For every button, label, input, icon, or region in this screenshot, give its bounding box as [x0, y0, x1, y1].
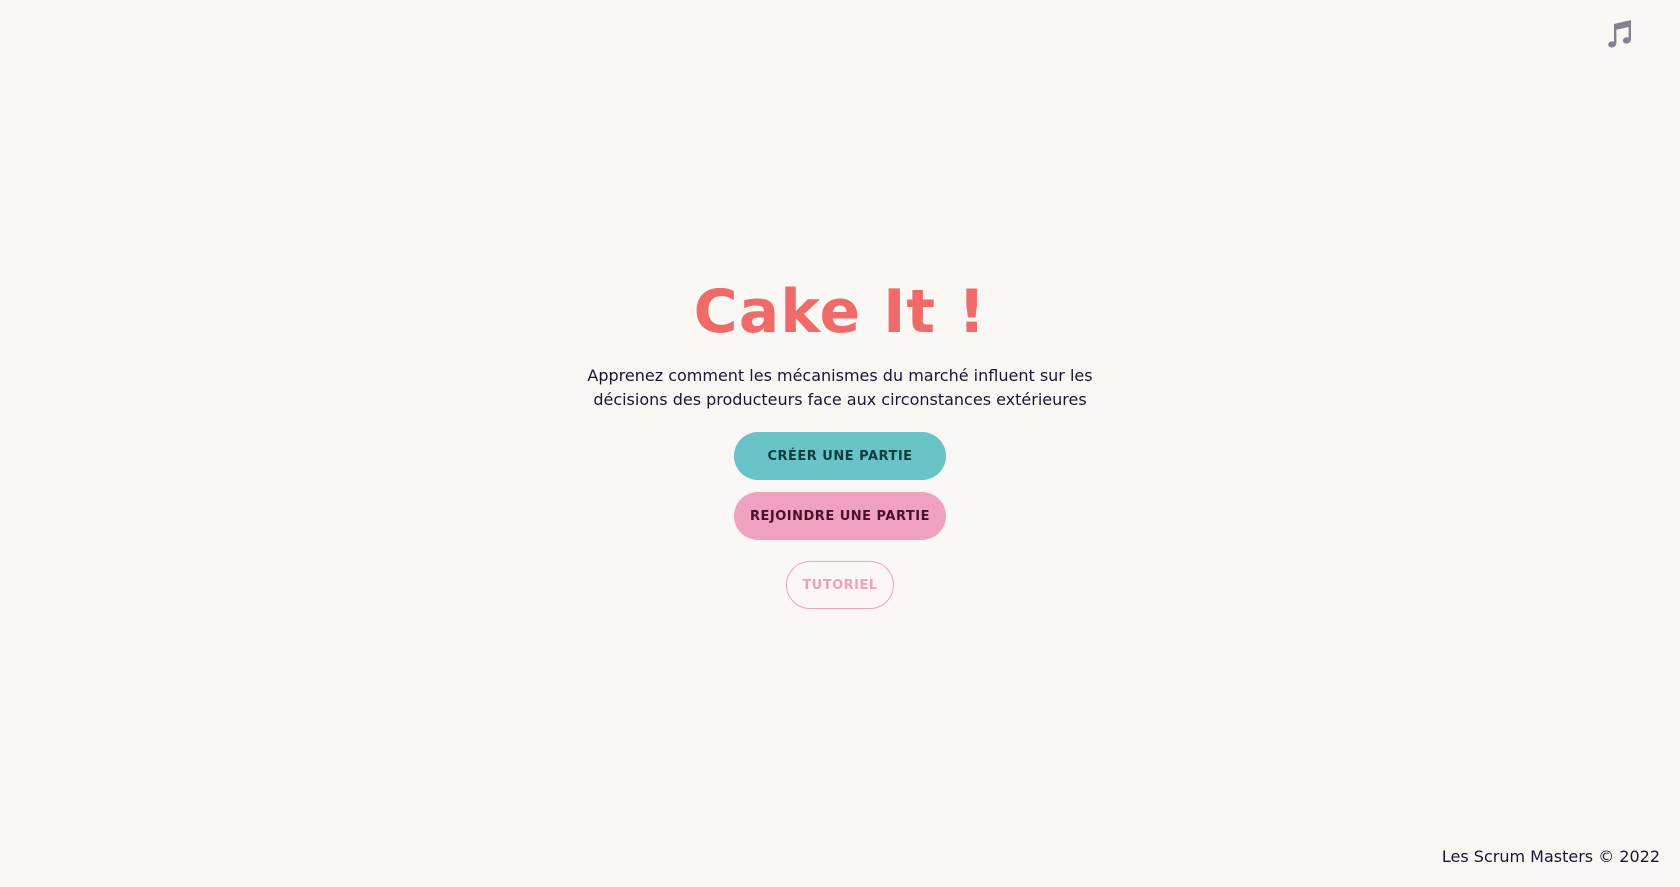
- join-game-button[interactable]: REJOINDRE UNE PARTIE: [734, 492, 946, 540]
- create-game-button[interactable]: CRÉER UNE PARTIE: [734, 432, 946, 480]
- page-title: Cake It !: [693, 277, 987, 347]
- footer-copyright: Les Scrum Masters © 2022: [1441, 847, 1660, 866]
- music-note-icon: [1604, 18, 1634, 48]
- page-subtitle: Apprenez comment les mécanismes du march…: [587, 366, 1093, 409]
- tutorial-button[interactable]: TUTORIEL: [786, 561, 894, 609]
- music-toggle-button[interactable]: [1604, 18, 1634, 48]
- hero-section: Cake It ! Apprenez comment les mécanisme…: [0, 276, 1680, 609]
